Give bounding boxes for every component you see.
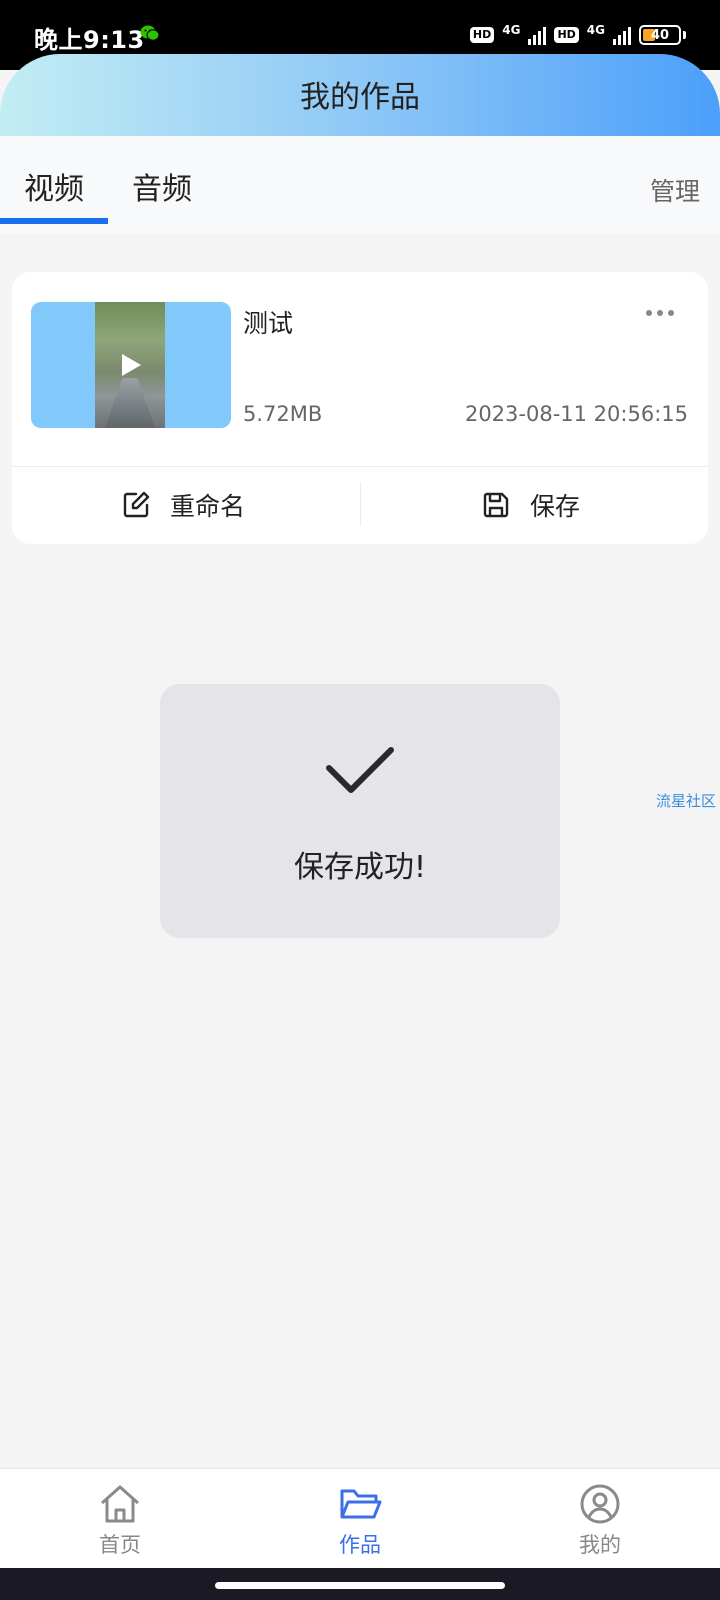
battery-level: 40 — [650, 27, 670, 43]
more-icon[interactable] — [646, 310, 674, 316]
check-icon — [326, 747, 394, 793]
toast-message: 保存成功! — [293, 850, 427, 885]
work-title: 测试 — [243, 309, 294, 338]
hd-badge: HD — [469, 27, 495, 43]
folder-icon — [340, 1489, 382, 1519]
video-thumbnail[interactable] — [31, 302, 231, 428]
action-divider — [360, 482, 361, 526]
nav-home-label: 首页 — [99, 1533, 141, 1557]
card-divider — [12, 466, 708, 467]
work-card[interactable]: 测试 5.72MB 2023-08-11 20:56:15 重命名 保存 — [12, 272, 708, 544]
battery-cap — [683, 31, 686, 39]
work-date: 2023-08-11 20:56:15 — [464, 402, 688, 426]
save-label: 保存 — [530, 492, 581, 521]
user-icon — [580, 1484, 620, 1524]
home-icon — [101, 1485, 139, 1523]
gesture-bar — [0, 1568, 720, 1600]
bottom-nav: 首页 作品 我的 — [0, 1468, 720, 1568]
watermark-text: 流星社区 — [656, 792, 717, 810]
nav-mine[interactable]: 我的 — [540, 1483, 660, 1559]
rename-label: 重命名 — [170, 492, 246, 521]
tab-audio[interactable]: 音频 — [132, 164, 192, 208]
network-type-2: 4G — [586, 23, 605, 37]
nav-home[interactable]: 首页 — [60, 1483, 180, 1559]
tab-video[interactable]: 视频 — [24, 164, 84, 208]
manage-button[interactable]: 管理 — [650, 172, 700, 208]
status-time: 晚上9:13 — [34, 26, 145, 54]
edit-icon — [123, 491, 150, 518]
wechat-icon — [140, 25, 160, 41]
work-size: 5.72MB — [243, 402, 323, 426]
nav-mine-label: 我的 — [579, 1533, 621, 1557]
page-header: 我的作品 — [0, 54, 720, 136]
hd-badge-2: HD — [554, 27, 579, 43]
nav-works-label: 作品 — [339, 1533, 381, 1557]
save-icon — [483, 492, 509, 518]
status-indicators: HD 4G HD 4G 40 — [469, 20, 686, 50]
battery-icon: 40 — [639, 25, 681, 45]
tab-bar: 视频 音频 管理 — [0, 136, 720, 234]
rename-button[interactable]: 重命名 — [120, 466, 245, 544]
signal-icon — [528, 25, 547, 45]
home-indicator[interactable] — [215, 1582, 505, 1589]
success-toast: 保存成功! — [160, 684, 560, 938]
active-tab-indicator — [0, 218, 108, 224]
play-icon[interactable] — [122, 354, 141, 376]
network-type: 4G — [502, 23, 521, 37]
nav-works[interactable]: 作品 — [300, 1483, 420, 1559]
app-screen: 晚上9:13 HD 4G HD 4G 40 我的作品 视频 音频 管理 测试 5… — [0, 0, 720, 1600]
page-title: 我的作品 — [300, 80, 420, 115]
save-button[interactable]: 保存 — [480, 466, 580, 544]
signal-icon-2 — [613, 25, 631, 45]
